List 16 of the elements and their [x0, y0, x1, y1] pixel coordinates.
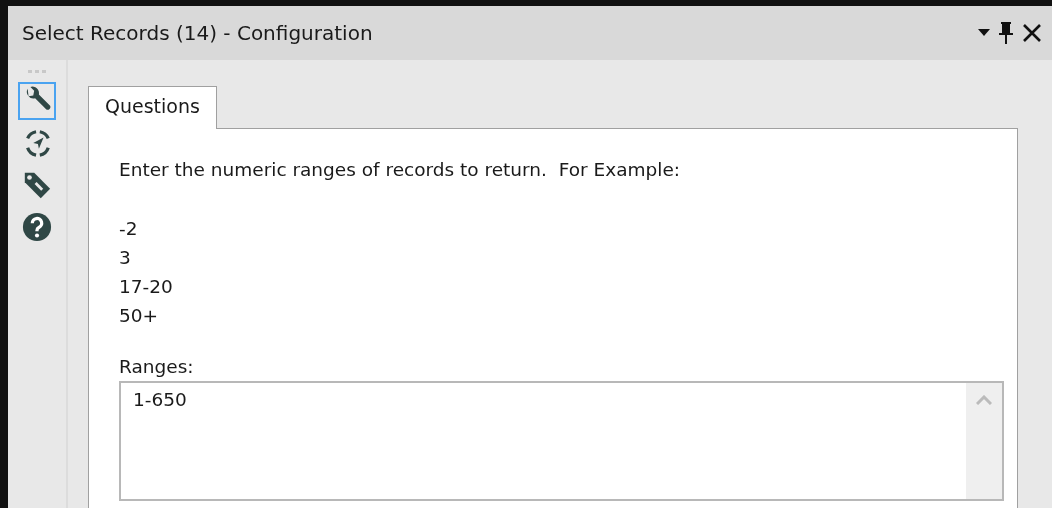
- help-icon: [22, 211, 52, 243]
- example-text: 17-20: [119, 276, 174, 297]
- example-text: 50+: [119, 305, 160, 326]
- grip-icon[interactable]: [27, 68, 47, 74]
- tab[interactable]: Questions: [88, 86, 217, 129]
- example-text: 3: [119, 247, 132, 268]
- close-icon[interactable]: [1022, 23, 1042, 43]
- window-title: Select Records (14) - Configuration: [22, 21, 374, 45]
- tool-button[interactable]: [18, 82, 56, 120]
- dropdown-arrow-icon[interactable]: [978, 29, 990, 37]
- example-text: -2: [119, 218, 139, 239]
- pin-icon[interactable]: [998, 21, 1014, 45]
- scrollbar[interactable]: [966, 383, 1002, 499]
- instruction-text: Enter the numeric ranges of records to return. For Example:: [119, 159, 681, 180]
- ranges-field[interactable]: 1-650: [119, 381, 1004, 501]
- ranges-label: Ranges:: [119, 356, 195, 377]
